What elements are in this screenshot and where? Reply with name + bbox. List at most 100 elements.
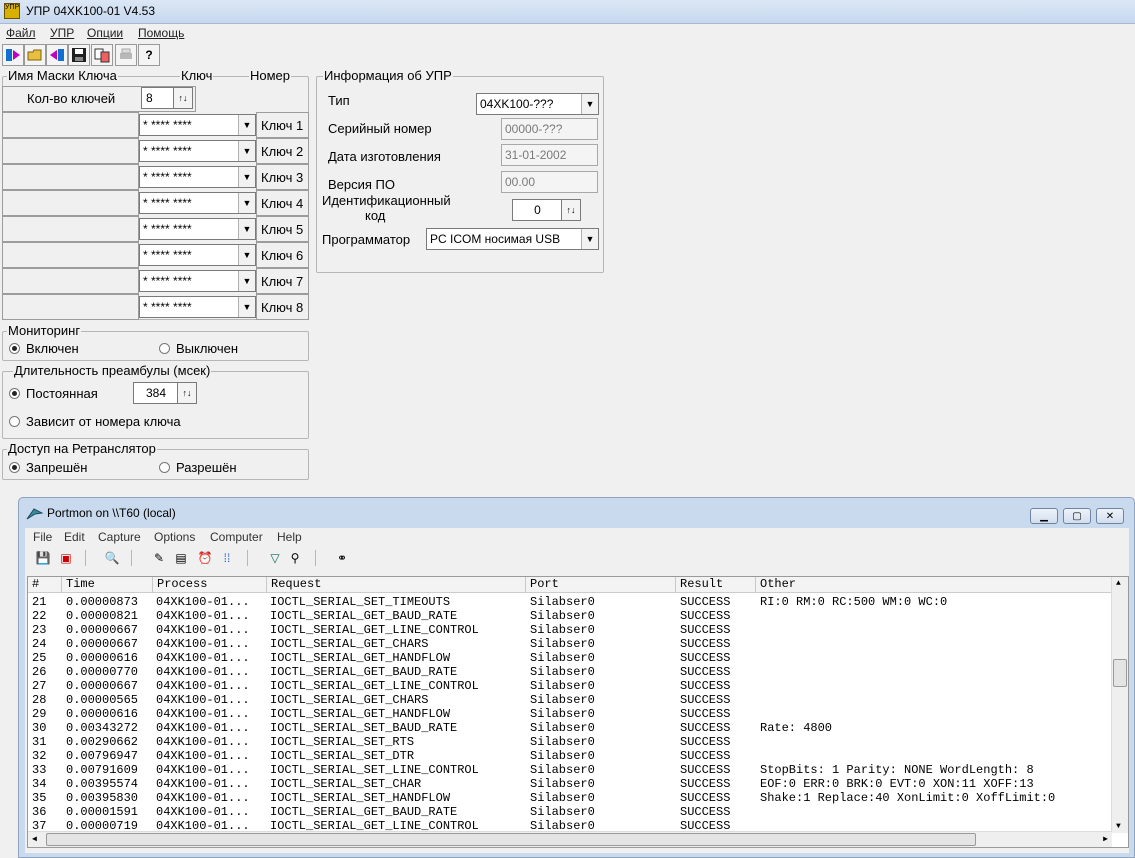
col-time[interactable]: Time [62, 577, 153, 593]
table-row[interactable]: 23 0.00000667 04XK100-01... IOCTL_SERIAL_GE… [28, 623, 1112, 637]
serial-field[interactable]: 00000-??? [501, 118, 598, 140]
monitoring-on-label[interactable]: Включен [26, 341, 79, 356]
spin-arrows-icon[interactable]: ↑↓ [177, 383, 196, 403]
date-field[interactable]: 31-01-2002 [501, 144, 598, 166]
pm-menu-computer[interactable]: Computer [210, 530, 263, 544]
horizontal-scroll-thumb[interactable] [46, 833, 976, 846]
horizontal-scrollbar[interactable]: ◀ ▶ [28, 831, 1112, 847]
pm-menu-file[interactable]: File [33, 530, 52, 544]
minimize-button[interactable]: ▁ [1030, 508, 1058, 524]
table-row[interactable]: 34 0.00395574 04XK100-01... IOCTL_SERIAL_SE… [28, 777, 1112, 791]
menu-file[interactable]: Файл [6, 26, 36, 40]
table-row[interactable]: 32 0.00796947 04XK100-01... IOCTL_SERIAL_SE… [28, 749, 1112, 763]
pm-menu-capture[interactable]: Capture [98, 530, 141, 544]
open-button[interactable] [24, 44, 46, 66]
col-result[interactable]: Result [676, 577, 756, 593]
chevron-down-icon[interactable]: ▼ [238, 271, 255, 291]
vertical-scroll-thumb[interactable] [1113, 659, 1127, 687]
repeater-deny-radio[interactable] [9, 462, 20, 473]
key-mask-select[interactable]: * **** **** ▼ [139, 140, 256, 162]
scroll-right-icon[interactable]: ▶ [1103, 834, 1108, 844]
binoculars-button[interactable]: ⚭ [332, 549, 352, 567]
table-row[interactable]: 36 0.00001591 04XK100-01... IOCTL_SERIAL_GE… [28, 805, 1112, 819]
repeater-deny-label[interactable]: Запрешён [26, 460, 87, 475]
table-row[interactable]: 28 0.00000565 04XK100-01... IOCTL_SERIAL_GE… [28, 693, 1112, 707]
key-mask-select[interactable]: * **** **** ▼ [139, 192, 256, 214]
key-mask-select[interactable]: * **** **** ▼ [139, 166, 256, 188]
capture-button[interactable]: ▣ [56, 549, 76, 567]
print-button[interactable] [115, 44, 137, 66]
close-button[interactable]: ✕ [1096, 508, 1124, 524]
scroll-left-icon[interactable]: ◀ [32, 834, 37, 844]
id-spinner[interactable]: 0 ↑↓ [512, 199, 581, 221]
key-mask-select[interactable]: * **** **** ▼ [139, 296, 256, 318]
table-row[interactable]: 29 0.00000616 04XK100-01... IOCTL_SERIAL_GE… [28, 707, 1112, 721]
programmer-select[interactable]: PC ICOM носимая USB ▼ [426, 228, 599, 250]
chevron-down-icon[interactable]: ▼ [581, 94, 598, 114]
monitoring-off-radio[interactable] [159, 343, 170, 354]
help-button[interactable]: ? [138, 44, 160, 66]
col-process[interactable]: Process [153, 577, 267, 593]
chevron-down-icon[interactable]: ▼ [238, 245, 255, 265]
count-spinner[interactable]: 8 ↑↓ [141, 87, 193, 109]
repeater-allow-label[interactable]: Разрешён [176, 460, 237, 475]
col-other[interactable]: Other [756, 577, 1112, 593]
table-row[interactable]: 25 0.00000616 04XK100-01... IOCTL_SERIAL_GE… [28, 651, 1112, 665]
table-row[interactable]: 27 0.00000667 04XK100-01... IOCTL_SERIAL_GE… [28, 679, 1112, 693]
pm-menu-edit[interactable]: Edit [64, 530, 85, 544]
repeater-allow-radio[interactable] [159, 462, 170, 473]
highlight-button[interactable]: ⚲ [285, 549, 305, 567]
version-field[interactable]: 00.00 [501, 171, 598, 193]
chevron-down-icon[interactable]: ▼ [238, 219, 255, 239]
monitoring-on-radio[interactable] [9, 343, 20, 354]
edit-filter-button[interactable]: ✎ [149, 549, 169, 567]
maximize-button[interactable]: ▢ [1063, 508, 1091, 524]
col-port[interactable]: Port [526, 577, 676, 593]
col-number[interactable]: # [28, 577, 62, 593]
key-mask-select[interactable]: * **** **** ▼ [139, 244, 256, 266]
table-row[interactable]: 22 0.00000821 04XK100-01... IOCTL_SERIAL_GE… [28, 609, 1112, 623]
menu-help[interactable]: Помощь [138, 26, 184, 40]
spin-arrows-icon[interactable]: ↑↓ [173, 88, 192, 108]
preamble-const-label[interactable]: Постоянная [26, 386, 98, 401]
key-mask-select[interactable]: * **** **** ▼ [139, 114, 256, 136]
table-row[interactable]: 30 0.00343272 04XK100-01... IOCTL_SERIAL_SE… [28, 721, 1112, 735]
chevron-down-icon[interactable]: ▼ [238, 297, 255, 317]
key-mask-select[interactable]: * **** **** ▼ [139, 218, 256, 240]
preamble-const-radio[interactable] [9, 388, 20, 399]
table-row[interactable]: 31 0.00290662 04XK100-01... IOCTL_SERIAL_SE… [28, 735, 1112, 749]
vertical-scrollbar[interactable]: ▲ ▼ [1111, 577, 1128, 833]
scroll-down-icon[interactable]: ▼ [1116, 822, 1121, 831]
type-select[interactable]: 04XK100-??? ▼ [476, 93, 599, 115]
preamble-spinner[interactable]: 384 ↑↓ [133, 382, 197, 404]
table-row[interactable]: 24 0.00000667 04XK100-01... IOCTL_SERIAL_GE… [28, 637, 1112, 651]
pm-menu-options[interactable]: Options [154, 530, 195, 544]
menu-options[interactable]: Опции [87, 26, 123, 40]
table-row[interactable]: 35 0.00395830 04XK100-01... IOCTL_SERIAL_SE… [28, 791, 1112, 805]
filter-button[interactable]: ▽ [265, 549, 285, 567]
chevron-down-icon[interactable]: ▼ [581, 229, 598, 249]
table-row[interactable]: 33 0.00791609 04XK100-01... IOCTL_SERIAL_SE… [28, 763, 1112, 777]
table-row[interactable]: 21 0.00000873 04XK100-01... IOCTL_SERIAL_SE… [28, 595, 1112, 609]
key-mask-select[interactable]: * **** **** ▼ [139, 270, 256, 292]
spin-arrows-icon[interactable]: ↑↓ [561, 200, 580, 220]
monitoring-off-label[interactable]: Выключен [176, 341, 238, 356]
find-button[interactable]: 🔍 [102, 549, 122, 567]
table-row[interactable]: 26 0.00000770 04XK100-01... IOCTL_SERIAL_GE… [28, 665, 1112, 679]
menu-upr[interactable]: УПР [50, 26, 74, 40]
col-request[interactable]: Request [267, 577, 526, 593]
scroll-up-icon[interactable]: ▲ [1116, 579, 1121, 588]
read-button[interactable] [2, 44, 24, 66]
time-button[interactable]: ⏰ [195, 549, 215, 567]
compare-button[interactable] [91, 44, 113, 66]
write-button[interactable] [46, 44, 68, 66]
chevron-down-icon[interactable]: ▼ [238, 193, 255, 213]
chevron-down-icon[interactable]: ▼ [238, 167, 255, 187]
save-button[interactable]: 💾 [33, 549, 53, 567]
chevron-down-icon[interactable]: ▼ [238, 115, 255, 135]
save-button[interactable] [68, 44, 90, 66]
preamble-depends-label[interactable]: Зависит от номера ключа [26, 414, 181, 429]
clear-button[interactable]: ▤ [171, 549, 191, 567]
preamble-depends-radio[interactable] [9, 416, 20, 427]
pm-menu-help[interactable]: Help [277, 530, 302, 544]
